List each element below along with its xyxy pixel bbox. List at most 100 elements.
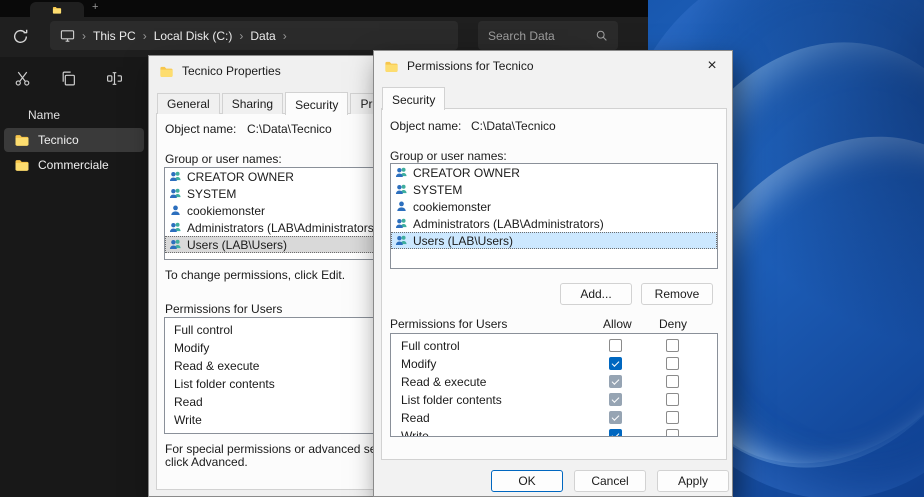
object-name-value: C:\Data\Tecnico [471, 119, 556, 133]
permissions-dialog-titlebar: Permissions for Tecnico [374, 51, 732, 81]
advanced-hint-line1: For special permissions or advanced sett… [165, 442, 399, 456]
group-label: CREATOR OWNER [187, 170, 294, 184]
permissions-dialog: Permissions for Tecnico × Security Objec… [373, 50, 733, 497]
group-icon [169, 187, 182, 200]
group-list-label: Group or user names: [390, 149, 507, 163]
deny-column-header: Deny [659, 317, 687, 331]
permission-label: Modify [401, 357, 436, 371]
permission-label: Full control [401, 339, 460, 353]
breadcrumb-item[interactable]: Local Disk (C:) [154, 29, 233, 43]
breadcrumb-chevron-icon: › [283, 29, 287, 43]
remove-button[interactable]: Remove [641, 283, 713, 305]
permission-row: Read & execute [391, 373, 717, 391]
group-list-item[interactable]: CREATOR OWNER [391, 164, 717, 181]
apply-button[interactable]: Apply [657, 470, 729, 492]
group-icon [395, 234, 408, 247]
close-icon: × [707, 57, 716, 75]
user-icon [395, 200, 408, 213]
breadcrumb-chevron-icon: › [82, 29, 86, 43]
breadcrumb-item[interactable]: Data [250, 29, 275, 43]
breadcrumb[interactable]: › This PC › Local Disk (C:) › Data › [50, 21, 458, 50]
tab-security[interactable]: Security [382, 87, 445, 110]
allow-column-header: Allow [603, 317, 632, 331]
allow-checkbox[interactable] [609, 393, 622, 406]
tab-security[interactable]: Security [285, 92, 348, 115]
group-label: Administrators (LAB\Administrators) [187, 221, 378, 235]
group-icon [395, 217, 408, 230]
group-label: cookiemonster [187, 204, 265, 218]
search-icon [595, 29, 608, 42]
allow-checkbox[interactable] [609, 375, 622, 388]
group-list-item[interactable]: cookiemonster [391, 198, 717, 215]
tab-general[interactable]: General [157, 93, 220, 114]
folder-name: Commerciale [38, 158, 109, 172]
refresh-icon[interactable] [12, 28, 29, 45]
permission-label: List folder contents [401, 393, 502, 407]
cancel-button[interactable]: Cancel [574, 470, 646, 492]
deny-checkbox[interactable] [666, 411, 679, 424]
deny-checkbox[interactable] [666, 393, 679, 406]
cut-icon[interactable] [14, 70, 31, 87]
sidebar-folder-commerciale[interactable]: Commerciale [4, 153, 144, 177]
group-list-item[interactable]: Users (LAB\Users) [391, 232, 717, 249]
group-label: SYSTEM [187, 187, 236, 201]
allow-checkbox[interactable] [609, 429, 622, 437]
rename-icon[interactable] [106, 70, 123, 87]
folder-icon [14, 157, 30, 173]
permission-row: Full control [391, 337, 717, 355]
this-pc-icon [60, 28, 75, 43]
tab-sharing[interactable]: Sharing [222, 93, 283, 114]
group-label: cookiemonster [413, 200, 491, 214]
permissions-tabs: Security [382, 89, 447, 109]
search-placeholder: Search Data [488, 29, 555, 43]
permissions-label: Permissions for Users [165, 302, 282, 316]
allow-checkbox[interactable] [609, 339, 622, 352]
group-icon [169, 221, 182, 234]
object-name-value: C:\Data\Tecnico [247, 122, 332, 136]
ok-button[interactable]: OK [491, 470, 563, 492]
new-tab-button[interactable]: + [92, 1, 98, 13]
breadcrumb-chevron-icon: › [143, 29, 147, 43]
close-button[interactable]: × [692, 51, 732, 81]
permission-label: Write [401, 429, 429, 437]
group-label: Users (LAB\Users) [413, 234, 513, 248]
permissions-label: Permissions for Users [390, 317, 507, 331]
permission-row: List folder contents [391, 391, 717, 409]
group-icon [169, 238, 182, 251]
permissions-checkbox-list: Full control Modify Read & execute List fol… [390, 333, 718, 437]
folder-icon [52, 5, 62, 15]
explorer-tab[interactable] [30, 2, 84, 17]
add-button[interactable]: Add... [560, 283, 632, 305]
deny-checkbox[interactable] [666, 375, 679, 388]
search-input[interactable]: Search Data [478, 21, 618, 50]
sidebar-folder-tecnico[interactable]: Tecnico [4, 128, 144, 152]
group-label: Administrators (LAB\Administrators) [413, 217, 604, 231]
permission-label: Read [401, 411, 430, 425]
group-label: CREATOR OWNER [413, 166, 520, 180]
allow-checkbox[interactable] [609, 357, 622, 370]
group-list-item[interactable]: SYSTEM [391, 181, 717, 198]
advanced-hint-line2: click Advanced. [165, 455, 248, 469]
breadcrumb-items: › This PC › Local Disk (C:) › Data › [75, 29, 294, 43]
permission-row: Read [391, 409, 717, 427]
group-listbox: CREATOR OWNER SYSTEM cookiemonster Administ… [390, 163, 718, 269]
explorer-command-bar [0, 60, 148, 96]
breadcrumb-item[interactable]: This PC [93, 29, 136, 43]
group-icon [395, 183, 408, 196]
object-name-label: Object name: [165, 122, 236, 136]
allow-checkbox[interactable] [609, 411, 622, 424]
folder-name: Tecnico [38, 133, 79, 147]
group-label: SYSTEM [413, 183, 462, 197]
group-list-label: Group or user names: [165, 152, 282, 166]
deny-checkbox[interactable] [666, 429, 679, 437]
name-column-header[interactable]: Name [28, 108, 148, 122]
deny-checkbox[interactable] [666, 357, 679, 370]
permission-row: Modify [391, 355, 717, 373]
screen: + › This PC › Local Disk (C:) › Data › Search … [0, 0, 924, 497]
folder-icon [159, 64, 174, 79]
group-list-item[interactable]: Administrators (LAB\Administrators) [391, 215, 717, 232]
user-icon [169, 204, 182, 217]
deny-checkbox[interactable] [666, 339, 679, 352]
copy-icon[interactable] [60, 70, 77, 87]
breadcrumb-chevron-icon: › [239, 29, 243, 43]
